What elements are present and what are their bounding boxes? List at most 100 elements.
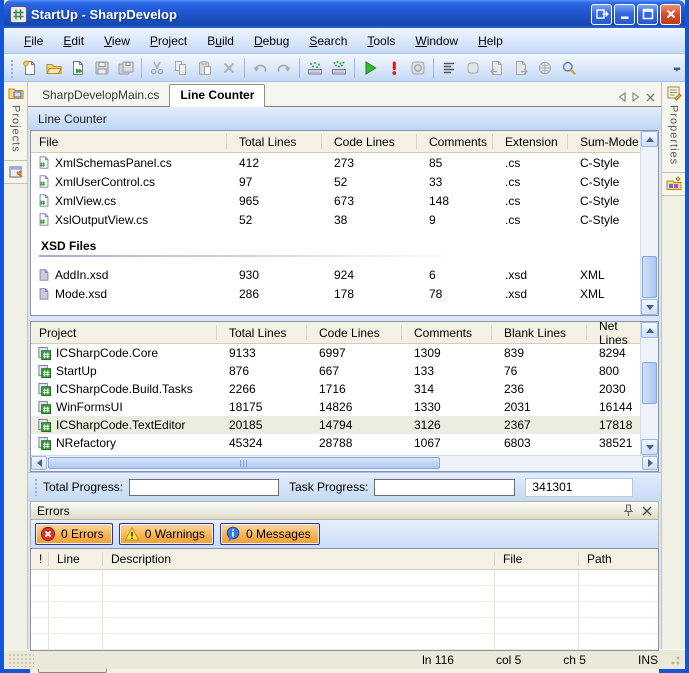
scroll-down-icon[interactable]: [641, 299, 658, 315]
scroll-thumb[interactable]: [642, 256, 657, 298]
column-header[interactable]: Extension: [493, 134, 568, 149]
project-table-vscrollbar[interactable]: [640, 322, 658, 455]
row-value: 314: [402, 382, 492, 396]
0-errors-button[interactable]: 0 Errors: [35, 523, 113, 545]
close-button[interactable]: [660, 4, 681, 25]
scroll-down-icon[interactable]: [641, 439, 658, 455]
table-row[interactable]: ICSharpCode.Core9133699713098398294: [31, 344, 641, 362]
run-icon[interactable]: [358, 56, 382, 80]
search-icon[interactable]: [557, 56, 581, 80]
table-row[interactable]: StartUp87666713376800: [31, 362, 641, 380]
column-header[interactable]: !: [31, 552, 49, 566]
scroll-thumb[interactable]: [48, 457, 440, 469]
column-header[interactable]: Blank Lines: [492, 325, 587, 340]
column-header[interactable]: Total Lines: [227, 134, 322, 149]
window-mode-button[interactable]: [591, 4, 612, 25]
table-row[interactable]: WinFormsUI18175148261330203116144: [31, 398, 641, 416]
resize-grip-icon[interactable]: [668, 653, 681, 666]
build-icon[interactable]: [303, 56, 327, 80]
column-header[interactable]: Comments: [402, 325, 492, 340]
menu-item-help[interactable]: Help: [468, 31, 513, 51]
grip-handle-icon[interactable]: [34, 478, 39, 496]
table-row[interactable]: XmlSchemasPanel.cs41227385.csC-Style: [31, 153, 641, 172]
column-header[interactable]: Net Lines: [587, 325, 641, 340]
table-row[interactable]: Mode.xsd28617878.xsdXML: [31, 284, 641, 303]
empty-cell: [103, 586, 495, 601]
doc-tab-0[interactable]: SharpDevelopMain.cs: [32, 85, 169, 106]
tab-close-icon[interactable]: [646, 93, 655, 102]
row-label: XmlView.cs: [31, 193, 227, 208]
sidebar-right-tab-properties[interactable]: Properties: [662, 82, 685, 173]
row-value: 78: [417, 287, 493, 301]
scroll-right-icon[interactable]: [642, 456, 658, 470]
column-header[interactable]: Path: [579, 552, 658, 566]
column-header[interactable]: Comments: [417, 134, 493, 149]
tab-next-icon[interactable]: [632, 92, 640, 102]
menu-item-project[interactable]: Project: [140, 31, 197, 51]
doc-tab-1[interactable]: Line Counter: [169, 84, 265, 107]
open-folder-icon[interactable]: [42, 56, 66, 80]
tab-prev-icon[interactable]: [618, 92, 626, 102]
row-value: 6997: [307, 346, 402, 360]
scroll-up-icon[interactable]: [641, 322, 658, 338]
0-warnings-button[interactable]: 0 Warnings: [119, 523, 214, 545]
sidebar-right-tab-1[interactable]: [662, 173, 685, 196]
minimize-button[interactable]: [614, 4, 635, 25]
row-value: 1716: [307, 382, 402, 396]
row-label: XslOutputView.cs: [31, 212, 227, 227]
table-row[interactable]: AddIn.xsd9309246.xsdXML: [31, 265, 641, 284]
table-row[interactable]: XmlView.cs965673148.csC-Style: [31, 191, 641, 210]
column-header[interactable]: File: [31, 134, 227, 149]
build-all-icon[interactable]: [327, 56, 351, 80]
send-next-icon: [509, 56, 533, 80]
menu-item-window[interactable]: Window: [405, 31, 468, 51]
file-table-vscrollbar[interactable]: [640, 131, 658, 315]
close-panel-icon[interactable]: [642, 506, 652, 516]
sidebar-left-tab-1[interactable]: [4, 161, 27, 184]
save-as-icon[interactable]: [66, 56, 90, 80]
progress-counter: 341301: [525, 478, 633, 497]
column-header[interactable]: File: [495, 552, 579, 566]
column-header[interactable]: Code Lines: [322, 134, 417, 149]
table-row[interactable]: XslOutputView.cs52389.csC-Style: [31, 210, 641, 229]
column-header[interactable]: Total Lines: [217, 325, 307, 340]
column-header[interactable]: Sum-Mode: [568, 134, 641, 149]
menu-item-debug[interactable]: Debug: [244, 31, 299, 51]
scroll-thumb[interactable]: [642, 362, 657, 404]
table-row[interactable]: ICSharpCode.Build.Tasks22661716314236203…: [31, 380, 641, 398]
row-value: 148: [417, 194, 493, 208]
column-header[interactable]: Code Lines: [307, 325, 402, 340]
scroll-up-icon[interactable]: [641, 131, 658, 147]
project-table-hscrollbar[interactable]: [31, 455, 658, 471]
menu-item-tools[interactable]: Tools: [357, 31, 405, 51]
pin-icon[interactable]: [623, 504, 634, 517]
maximize-button[interactable]: [637, 4, 658, 25]
toolbar-separator: [433, 58, 434, 78]
toolbar-grip-icon[interactable]: [9, 58, 15, 78]
menu-item-file[interactable]: File: [14, 31, 53, 51]
row-value: 2031: [492, 400, 587, 414]
row-value: .cs: [493, 175, 568, 189]
toolbar-overflow-icon[interactable]: ▂▾: [671, 57, 683, 79]
menu-item-edit[interactable]: Edit: [53, 31, 94, 51]
row-value: 97: [227, 175, 322, 189]
row-value: 178: [322, 287, 417, 301]
list-icon[interactable]: [437, 56, 461, 80]
0-messages-button[interactable]: 0 Messages: [220, 523, 320, 545]
menu-item-search[interactable]: Search: [299, 31, 357, 51]
sidebar-left-tab-projects[interactable]: Projects: [4, 82, 27, 161]
row-label: AddIn.xsd: [31, 267, 227, 282]
table-row[interactable]: NRefactory45324287881067680338521: [31, 434, 641, 452]
scroll-left-icon[interactable]: [31, 456, 47, 470]
column-header[interactable]: Line: [49, 552, 103, 566]
column-header[interactable]: Description: [103, 552, 495, 566]
table-row[interactable]: ICSharpCode.TextEditor201851479431262367…: [31, 416, 641, 434]
statusbar-texture: [8, 653, 34, 667]
column-header[interactable]: Project: [31, 325, 217, 340]
status-bar: ln 116col 5ch 5INS: [4, 649, 685, 669]
menu-item-build[interactable]: Build: [197, 31, 244, 51]
stop-icon[interactable]: [382, 56, 406, 80]
new-file-icon[interactable]: [18, 56, 42, 80]
table-row[interactable]: XmlUserControl.cs975233.csC-Style: [31, 172, 641, 191]
menu-item-view[interactable]: View: [94, 31, 140, 51]
